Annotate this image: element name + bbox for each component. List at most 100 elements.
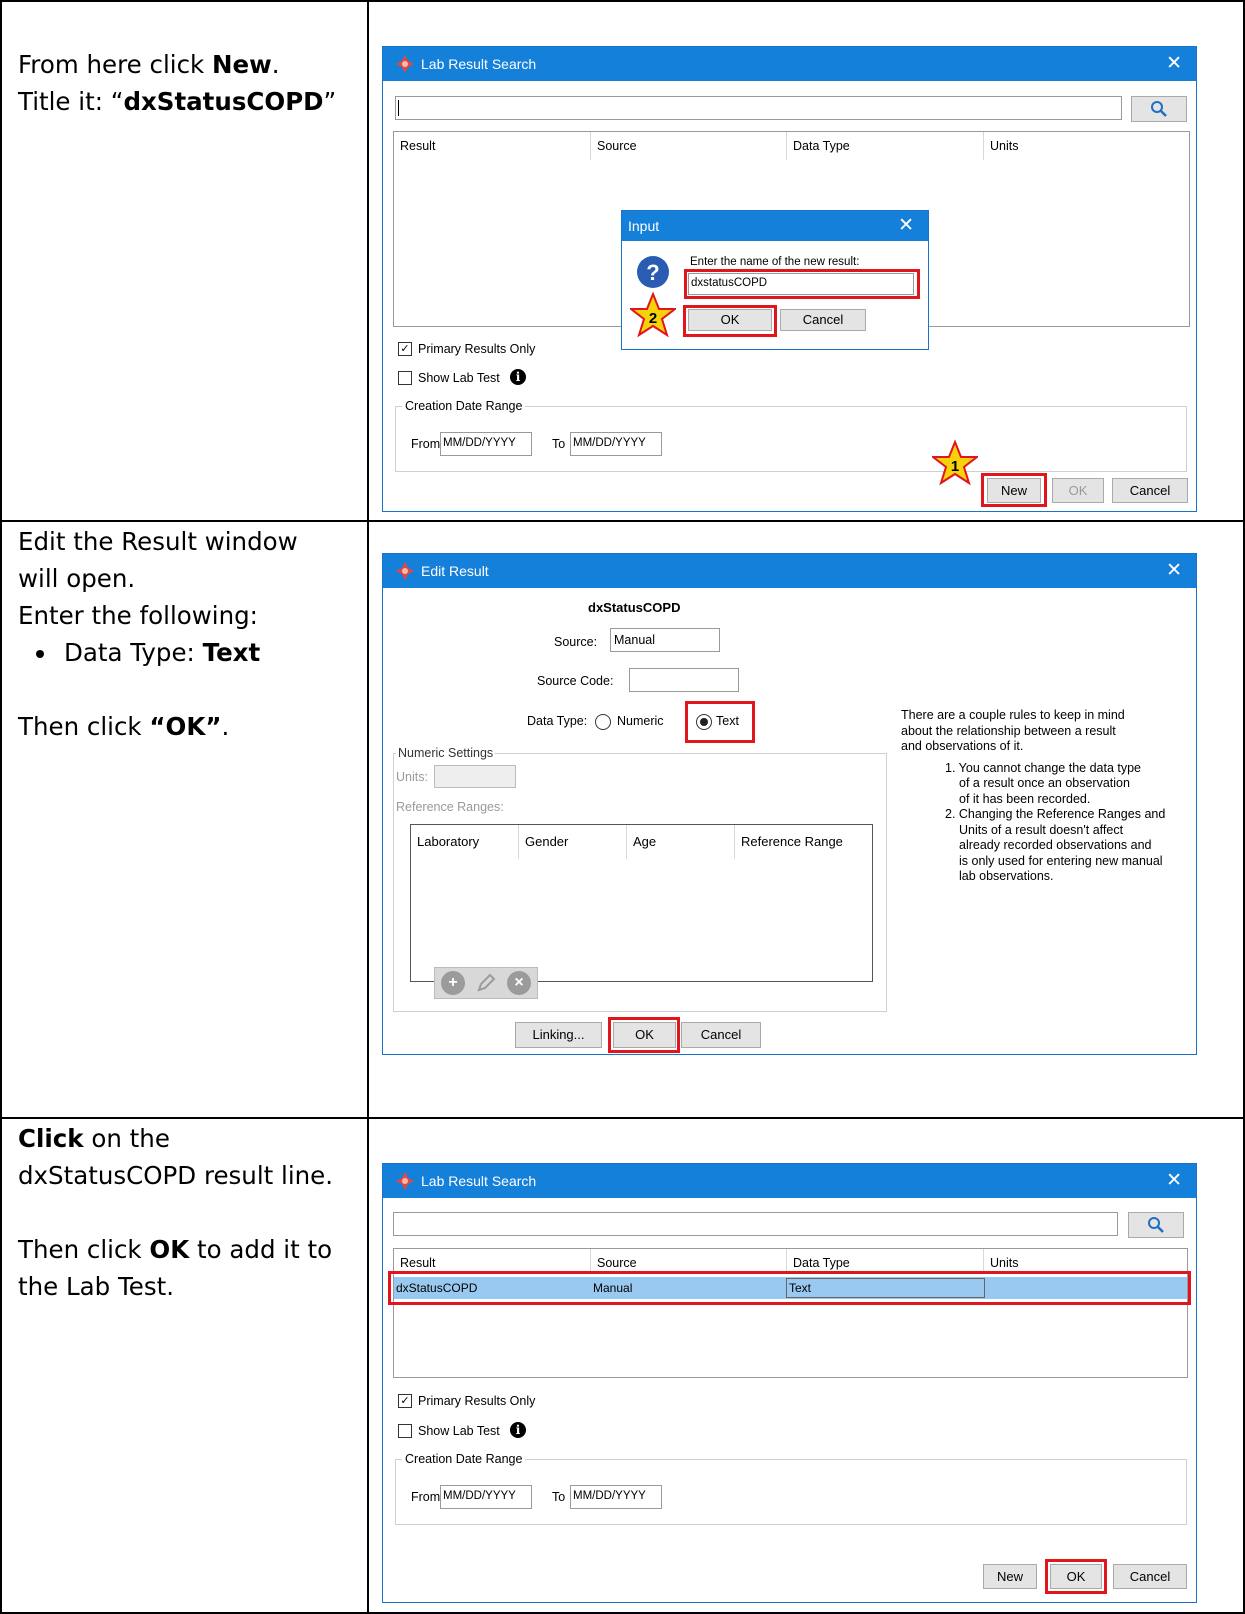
- edit-result-window: Edit Result ✕ dxStatusCOPD Source: Manua…: [382, 553, 1197, 1055]
- numeric-settings-label: Numeric Settings: [396, 746, 496, 760]
- question-icon: ?: [637, 256, 669, 288]
- cancel-button-2[interactable]: Cancel: [1113, 1564, 1187, 1589]
- units-label: Units:: [396, 770, 428, 784]
- search-button-2[interactable]: [1128, 1212, 1184, 1238]
- ref-col-age[interactable]: Age: [627, 825, 735, 859]
- primary-results-label-2: Primary Results Only: [418, 1394, 536, 1408]
- lab-result-search-window-2: Lab Result Search ✕ Result Source Data T…: [382, 1163, 1197, 1603]
- show-lab-test-checkbox-2[interactable]: [398, 1424, 412, 1438]
- step-1-number: 1: [951, 458, 959, 475]
- date-range-label: Creation Date Range: [402, 399, 526, 413]
- magnifier-icon: [1148, 1217, 1164, 1233]
- to-date-input[interactable]: MM/DD/YYYY: [570, 432, 662, 456]
- search-input[interactable]: [395, 96, 1122, 120]
- new-button-2[interactable]: New: [983, 1564, 1037, 1589]
- input-title-bar: Input ✕: [622, 211, 928, 241]
- to-label: To: [552, 437, 566, 451]
- column-header-source[interactable]: Source: [591, 132, 787, 160]
- column-header-data-type[interactable]: Data Type: [787, 132, 984, 160]
- ref-col-reference-range[interactable]: Reference Range: [735, 825, 872, 859]
- cancel-button[interactable]: Cancel: [1112, 478, 1188, 503]
- input-cancel-button[interactable]: Cancel: [780, 309, 866, 331]
- source-input[interactable]: Manual: [610, 628, 720, 652]
- rules-text: There are a couple rules to keep in mind…: [901, 708, 1166, 883]
- source-code-input[interactable]: [629, 668, 739, 692]
- reference-ranges-label: Reference Ranges:: [396, 800, 504, 814]
- add-range-icon[interactable]: +: [441, 971, 465, 995]
- primary-results-checkbox-2[interactable]: ✓: [398, 1394, 412, 1408]
- edit-close-icon[interactable]: ✕: [1166, 559, 1182, 582]
- numeric-settings-group: Numeric Settings Units: Reference Ranges…: [393, 746, 887, 1012]
- primary-results-label: Primary Results Only: [418, 342, 536, 356]
- from-label-2: From: [411, 1490, 441, 1504]
- instruction-step-3: Click on the dxStatusCOPD result line. T…: [18, 1124, 334, 1301]
- highlight-input-ok: [683, 305, 777, 337]
- highlight-new: [981, 473, 1047, 507]
- from-date-input-2[interactable]: MM/DD/YYYY: [440, 1485, 532, 1509]
- step-1-star-icon: 1: [932, 440, 978, 486]
- source-label: Source:: [554, 635, 598, 649]
- step-2-star-icon: 2: [630, 292, 676, 338]
- highlight-text-radio: [685, 701, 755, 743]
- numeric-label: Numeric: [617, 714, 664, 728]
- title-bar: Lab Result Search ✕: [383, 47, 1196, 81]
- search-button[interactable]: [1131, 96, 1187, 122]
- units-input[interactable]: [434, 765, 516, 788]
- search-input-2[interactable]: [393, 1212, 1118, 1236]
- app-logo-icon: [396, 1172, 414, 1190]
- close-icon[interactable]: ✕: [1166, 52, 1182, 75]
- edit-range-icon[interactable]: [475, 972, 497, 994]
- column-header-result[interactable]: Result: [394, 1249, 591, 1273]
- numeric-radio[interactable]: [595, 714, 611, 730]
- to-label-2: To: [552, 1490, 566, 1504]
- info-icon[interactable]: i: [510, 1422, 526, 1438]
- range-toolbar: + ×: [434, 967, 538, 999]
- app-logo-icon: [396, 562, 414, 580]
- svg-text:?: ?: [646, 260, 659, 285]
- edit-window-title: Edit Result: [421, 563, 489, 579]
- show-lab-test-label-2: Show Lab Test: [418, 1424, 500, 1438]
- primary-results-checkbox[interactable]: ✓: [398, 342, 412, 356]
- step-2-number: 2: [649, 310, 657, 327]
- results-table-2: Result Source Data Type Units dxStatusCO…: [393, 1248, 1188, 1378]
- data-type-label: Data Type:: [527, 714, 588, 728]
- linking-button[interactable]: Linking...: [515, 1022, 602, 1048]
- highlight-name-input: [684, 269, 920, 299]
- show-lab-test-label: Show Lab Test: [418, 371, 500, 385]
- lab-result-search-window: Lab Result Search ✕ Result Source Data T…: [382, 46, 1197, 512]
- reference-ranges-table: Laboratory Gender Age Reference Range: [410, 824, 873, 982]
- from-date-input[interactable]: MM/DD/YYYY: [440, 432, 532, 456]
- delete-range-icon[interactable]: ×: [507, 971, 531, 995]
- edit-cancel-button[interactable]: Cancel: [681, 1022, 761, 1048]
- source-code-label: Source Code:: [537, 674, 614, 688]
- instruction-step-1: From here click New. Title it: “dxStatus…: [18, 50, 337, 116]
- highlight-edit-ok: [608, 1017, 680, 1053]
- column-header-result[interactable]: Result: [394, 132, 591, 160]
- input-dialog-title: Input: [628, 218, 660, 234]
- column-header-units[interactable]: Units: [984, 132, 1189, 160]
- date-range-label-2: Creation Date Range: [402, 1452, 526, 1466]
- input-close-icon[interactable]: ✕: [898, 214, 914, 237]
- input-prompt: Enter the name of the new result:: [690, 256, 860, 268]
- highlight-ok: [1045, 1559, 1107, 1594]
- creation-date-range-group: Creation Date Range From MM/DD/YYYY To M…: [395, 399, 1187, 472]
- magnifier-icon: [1151, 101, 1167, 117]
- title-bar-2: Lab Result Search ✕: [383, 1164, 1196, 1198]
- highlight-result-row: [388, 1271, 1191, 1305]
- from-label: From: [411, 437, 441, 451]
- ref-col-laboratory[interactable]: Laboratory: [411, 825, 519, 859]
- close-icon-2[interactable]: ✕: [1166, 1169, 1182, 1192]
- show-lab-test-checkbox[interactable]: [398, 371, 412, 385]
- info-icon[interactable]: i: [510, 369, 526, 385]
- window-title: Lab Result Search: [421, 56, 537, 72]
- ref-col-gender[interactable]: Gender: [519, 825, 627, 859]
- to-date-input-2[interactable]: MM/DD/YYYY: [570, 1485, 662, 1509]
- window-title-2: Lab Result Search: [421, 1173, 537, 1189]
- result-name: dxStatusCOPD: [588, 600, 681, 615]
- edit-title-bar: Edit Result ✕: [383, 554, 1196, 588]
- instruction-step-2: Edit the Result window will open. Enter …: [18, 523, 358, 745]
- column-header-source[interactable]: Source: [591, 1249, 787, 1273]
- ok-button-disabled[interactable]: OK: [1052, 478, 1104, 503]
- column-header-data-type[interactable]: Data Type: [787, 1249, 984, 1273]
- column-header-units[interactable]: Units: [984, 1249, 1187, 1273]
